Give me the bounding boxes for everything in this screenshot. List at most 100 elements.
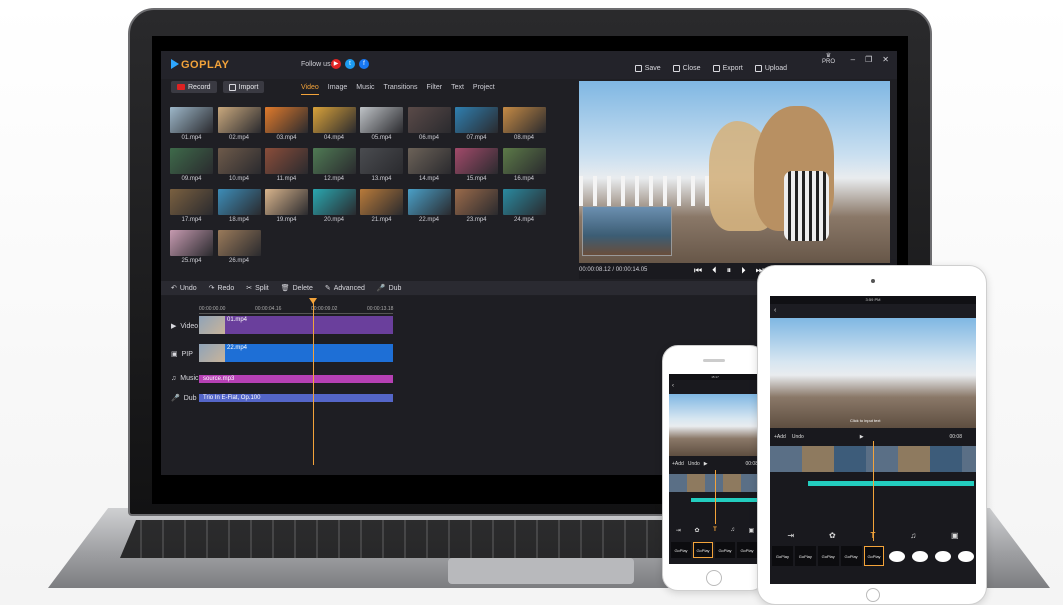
tablet-sticker-icon[interactable]: ✿ (829, 531, 836, 543)
font-option[interactable]: GoPlay (817, 546, 839, 566)
media-item[interactable]: 24.mp4 (502, 189, 546, 225)
skip-back-icon[interactable]: ⏮ (694, 265, 702, 276)
step-back-icon[interactable]: ⏴ (712, 265, 717, 276)
font-option[interactable]: GoPlay (693, 542, 713, 558)
tab-video[interactable]: Video (301, 84, 319, 95)
undo-button[interactable]: ↶ Undo (171, 284, 197, 293)
twitter-icon[interactable]: t (345, 59, 355, 69)
pause-icon[interactable]: ⏸ (727, 265, 732, 276)
media-item[interactable]: 15.mp4 (455, 148, 498, 184)
close-button[interactable]: Close (672, 65, 701, 72)
step-forward-icon[interactable]: ⏵ (741, 265, 746, 276)
minimize-icon[interactable]: – (851, 55, 855, 64)
tablet-image-icon[interactable]: ▣ (951, 531, 959, 543)
phone-text-icon[interactable]: T (713, 527, 717, 537)
tablet-home-button[interactable] (866, 588, 880, 602)
tablet-text-icon[interactable]: T (870, 531, 875, 543)
media-item[interactable]: 23.mp4 (455, 189, 498, 225)
tablet-play-icon[interactable]: ▶ (860, 434, 864, 440)
tablet-preview[interactable]: Click to input text (770, 318, 976, 428)
media-item[interactable]: 21.mp4 (360, 189, 403, 225)
advanced-button[interactable]: ✎ Advanced (325, 284, 365, 293)
media-item[interactable]: 07.mp4 (455, 107, 498, 143)
media-item[interactable]: 25.mp4 (170, 230, 213, 266)
dub-clip[interactable]: Trio In E-Flat, Op.100 (199, 394, 393, 402)
media-item[interactable]: 10.mp4 (217, 148, 261, 184)
tab-music[interactable]: Music (356, 84, 374, 95)
save-button[interactable]: Save (634, 65, 661, 72)
media-item[interactable]: 14.mp4 (407, 148, 451, 184)
media-item[interactable]: 13.mp4 (360, 148, 403, 184)
media-item[interactable]: 11.mp4 (265, 148, 308, 184)
phone-undo-button[interactable]: Undo (688, 461, 700, 467)
media-item[interactable]: 19.mp4 (265, 189, 308, 225)
media-item[interactable]: 16.mp4 (502, 148, 546, 184)
dub-button[interactable]: 🎤 Dub (377, 284, 402, 293)
import-button[interactable]: Import (222, 81, 265, 93)
speech-bubble-icon[interactable] (955, 546, 976, 566)
font-option[interactable]: GoPlay (794, 546, 816, 566)
font-option[interactable]: GoPlay (715, 542, 735, 558)
preview-player[interactable] (579, 81, 890, 275)
tablet-add-button[interactable]: +Add (774, 434, 786, 440)
phone-preview[interactable] (669, 394, 761, 456)
upload-button[interactable]: Upload (754, 65, 787, 72)
font-option[interactable]: GoPlay (840, 546, 862, 566)
delete-button[interactable]: 🗑 Delete (281, 284, 313, 293)
playhead[interactable] (313, 302, 314, 465)
tablet-undo-button[interactable]: Undo (792, 434, 804, 440)
speech-bubble-icon[interactable] (886, 546, 907, 566)
tab-text[interactable]: Text (451, 84, 464, 95)
restore-icon[interactable]: ❐ (865, 55, 872, 64)
speech-bubble-icon[interactable] (932, 546, 953, 566)
split-button[interactable]: ✂ Split (246, 284, 269, 293)
phone-export-icon[interactable]: ⇥ (676, 527, 681, 537)
close-window-icon[interactable]: ✕ (882, 55, 889, 64)
font-option[interactable]: GoPlay (772, 546, 793, 566)
pip-overlay[interactable] (582, 206, 672, 256)
phone-back-button[interactable]: ‹ (669, 380, 761, 392)
export-button[interactable]: Export (712, 65, 743, 72)
video-clip[interactable]: 01.mp4 (199, 316, 393, 334)
media-item[interactable]: 05.mp4 (360, 107, 403, 143)
phone-sticker-icon[interactable]: ✿ (694, 527, 699, 537)
media-item[interactable]: 02.mp4 (217, 107, 261, 143)
phone-play-icon[interactable]: ▶ (704, 461, 708, 467)
media-item[interactable]: 04.mp4 (312, 107, 356, 143)
tab-image[interactable]: Image (328, 84, 347, 95)
media-item[interactable]: 08.mp4 (502, 107, 546, 143)
tablet-back-button[interactable]: ‹ (770, 304, 976, 318)
tablet-audio-icon[interactable]: ♫ (910, 531, 916, 543)
youtube-icon[interactable]: ▶ (331, 59, 341, 69)
tab-transitions[interactable]: Transitions (384, 84, 418, 95)
music-clip[interactable]: source.mp3 (199, 375, 393, 383)
record-button[interactable]: Record (171, 81, 217, 93)
tab-project[interactable]: Project (473, 84, 495, 95)
phone-text-track[interactable] (691, 498, 761, 502)
media-item[interactable]: 12.mp4 (312, 148, 356, 184)
media-item[interactable]: 06.mp4 (407, 107, 451, 143)
speech-bubble-icon[interactable] (909, 546, 930, 566)
redo-button[interactable]: ↷ Redo (209, 284, 235, 293)
tablet-text-track[interactable] (808, 481, 974, 486)
font-option[interactable]: GoPlay (737, 542, 757, 558)
phone-add-button[interactable]: +Add (672, 461, 684, 467)
font-option[interactable]: GoPlay (671, 542, 691, 558)
phone-audio-icon[interactable]: ♫ (730, 527, 735, 537)
facebook-icon[interactable]: f (359, 59, 369, 69)
font-option[interactable]: GoPlay (863, 546, 885, 566)
phone-home-button[interactable] (706, 570, 722, 586)
media-item[interactable]: 26.mp4 (217, 230, 261, 266)
media-item[interactable]: 18.mp4 (217, 189, 261, 225)
media-item[interactable]: 20.mp4 (312, 189, 356, 225)
phone-image-icon[interactable]: ▣ (748, 527, 754, 537)
media-item[interactable]: 09.mp4 (170, 148, 213, 184)
tablet-export-icon[interactable]: ⇥ (787, 531, 794, 543)
tab-filter[interactable]: Filter (427, 84, 443, 95)
text-input-hint[interactable]: Click to input text (850, 418, 880, 423)
media-item[interactable]: 03.mp4 (265, 107, 308, 143)
pip-clip[interactable]: 22.mp4 (199, 344, 393, 362)
media-item[interactable]: 17.mp4 (170, 189, 213, 225)
media-item[interactable]: 22.mp4 (407, 189, 451, 225)
media-item[interactable]: 01.mp4 (170, 107, 213, 143)
